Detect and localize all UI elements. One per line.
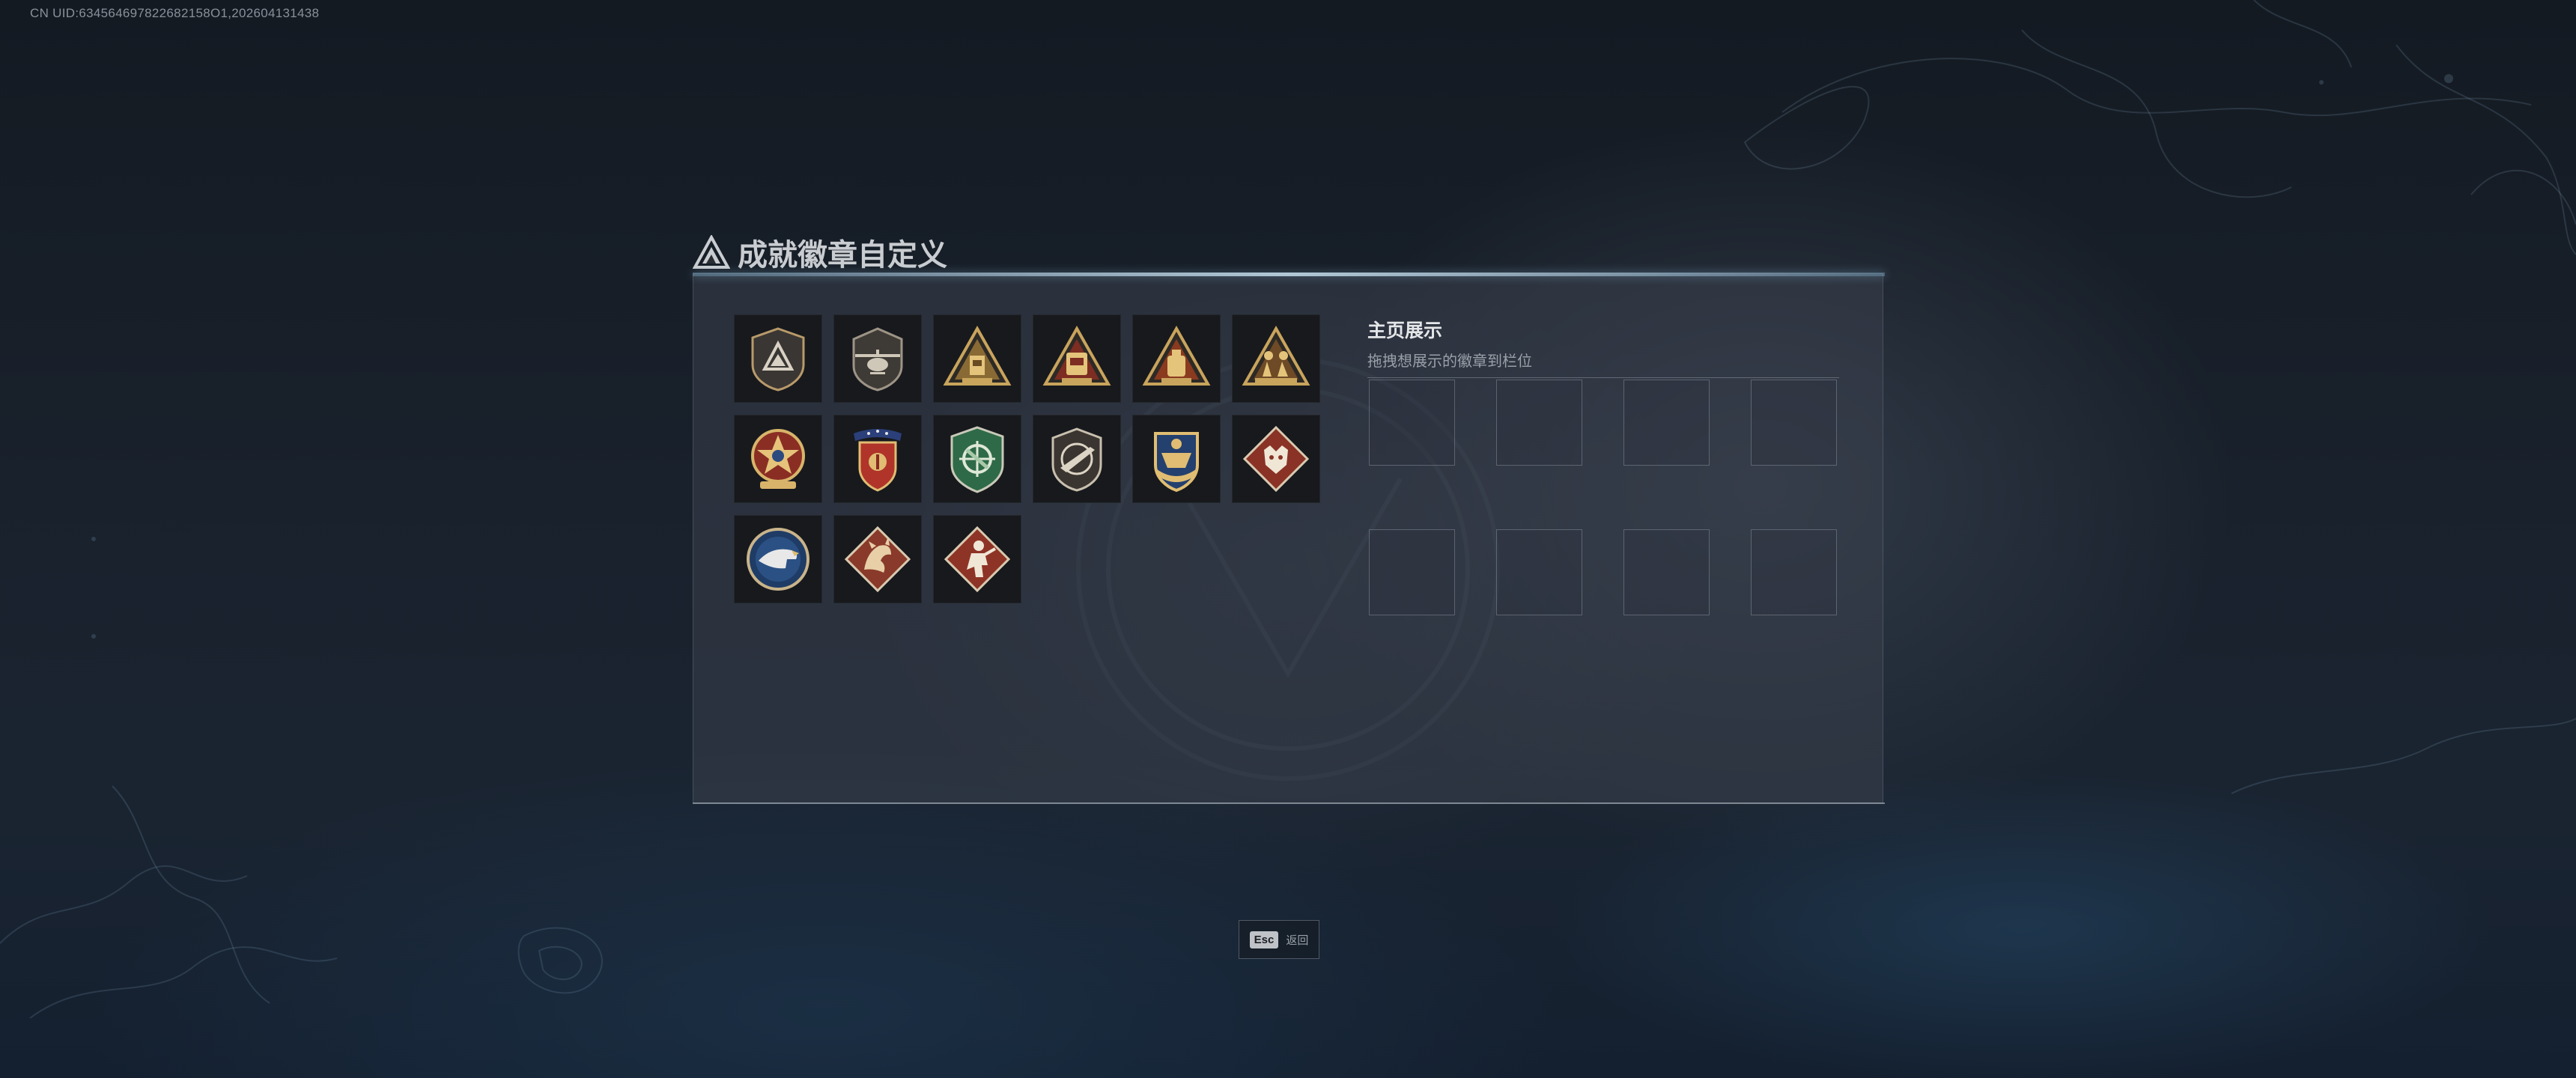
helicopter-shield-badge-icon	[852, 327, 903, 392]
badge-slot[interactable]	[833, 415, 922, 503]
badge-slot[interactable]	[833, 515, 922, 603]
gold-triangle-bottle-badge-icon	[1142, 325, 1211, 386]
triangle-emblem-icon	[693, 235, 730, 269]
red-diamond-soldier-badge-icon	[944, 526, 1011, 593]
showcase-slot-grid	[1369, 380, 1837, 615]
badge-slot[interactable]	[1132, 314, 1221, 403]
back-button[interactable]: Esc 返回	[1239, 920, 1319, 959]
eagle-roundel-badge-icon	[747, 528, 809, 591]
gold-triangle-drink-badge-icon	[943, 325, 1012, 386]
showcase-slot-2[interactable]	[1496, 380, 1582, 466]
uid-label: CN UID:634564697822682158O1,202604131438	[30, 6, 320, 20]
homepage-showcase-section: 主页展示 拖拽想展示的徽章到栏位	[1367, 316, 1839, 615]
showcase-slot-7[interactable]	[1623, 529, 1710, 615]
blue-gold-emblem-badge-icon	[1154, 432, 1199, 493]
star-medal-badge-icon	[751, 429, 805, 489]
triangle-shield-badge-icon	[751, 327, 805, 392]
badge-slot[interactable]	[1132, 415, 1221, 503]
panel-bottom-line	[693, 803, 1885, 804]
showcase-slot-6[interactable]	[1496, 529, 1582, 615]
badge-collection-grid	[734, 314, 1320, 603]
showcase-title: 主页展示	[1367, 320, 1443, 341]
badge-slot[interactable]	[833, 314, 922, 403]
showcase-slot-3[interactable]	[1623, 380, 1710, 466]
badge-slot[interactable]	[933, 415, 1021, 503]
panel-top-glow-line	[693, 272, 1885, 276]
red-diamond-dragon-badge-icon	[844, 526, 911, 593]
showcase-slot-8[interactable]	[1751, 529, 1837, 615]
badge-customize-panel: 主页展示 拖拽想展示的徽章到栏位	[693, 272, 1885, 804]
dialog-title: 成就徽章自定义	[693, 231, 947, 274]
showcase-slot-1[interactable]	[1369, 380, 1455, 466]
red-shield-stars-badge-icon	[854, 429, 902, 492]
badge-slot[interactable]	[1232, 314, 1320, 403]
badge-slot[interactable]	[1033, 314, 1121, 403]
showcase-divider	[1367, 377, 1839, 378]
badge-slot[interactable]	[734, 314, 822, 403]
badge-slot[interactable]	[734, 415, 822, 503]
esc-key-hint: Esc	[1249, 931, 1279, 948]
green-crosshair-shield-badge-icon	[950, 426, 1004, 493]
showcase-slot-5[interactable]	[1369, 529, 1455, 615]
badge-slot[interactable]	[734, 515, 822, 603]
red-diamond-wolf-badge-icon	[1242, 425, 1310, 493]
badge-slot[interactable]	[1232, 415, 1320, 503]
dialog-title-text: 成就徽章自定义	[738, 239, 947, 272]
gold-triangle-device-badge-icon	[1042, 325, 1111, 386]
badge-slot[interactable]	[933, 515, 1021, 603]
showcase-slot-4[interactable]	[1751, 380, 1837, 466]
showcase-subtitle: 拖拽想展示的徽章到栏位	[1367, 353, 1532, 370]
badge-slot[interactable]	[1033, 415, 1121, 503]
gold-triangle-soldiers-badge-icon	[1242, 325, 1310, 386]
rifle-shield-badge-icon	[1051, 427, 1102, 492]
badge-slot[interactable]	[933, 314, 1021, 403]
back-label: 返回	[1286, 934, 1309, 947]
